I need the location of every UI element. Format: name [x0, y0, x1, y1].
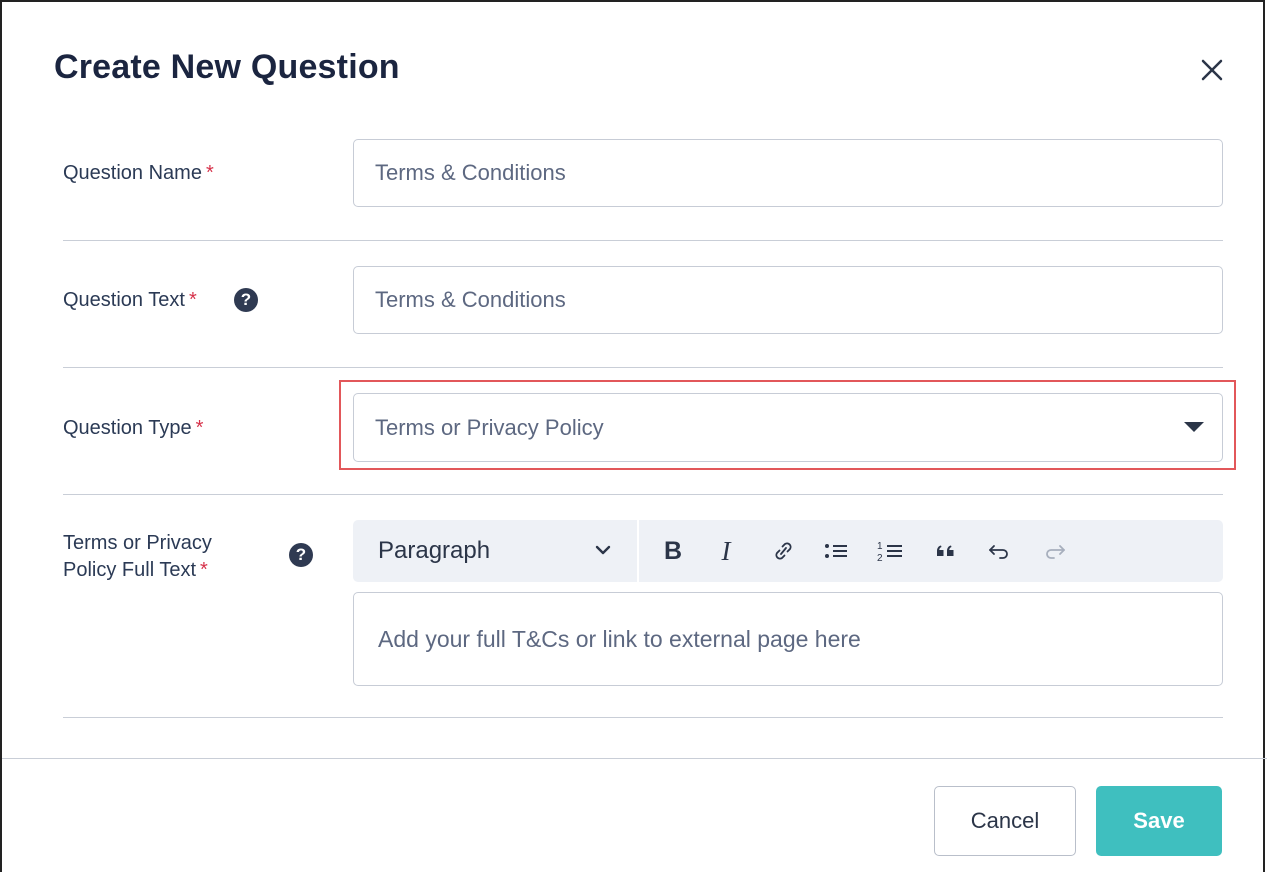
question-name-input[interactable]: Terms & Conditions	[353, 139, 1223, 207]
divider	[63, 240, 1223, 241]
editor-toolbar: Paragraph B I 1 2	[353, 520, 1223, 582]
question-type-value: Terms or Privacy Policy	[375, 414, 604, 440]
bulleted-list-icon[interactable]	[822, 537, 850, 565]
required-marker: *	[195, 417, 204, 439]
link-icon[interactable]	[770, 537, 796, 565]
question-text-value: Terms & Conditions	[375, 287, 566, 312]
divider	[63, 717, 1223, 718]
create-question-modal: Create New Question Question Name * Terms…	[0, 0, 1267, 872]
question-type-select[interactable]: Terms or Privacy Policy	[353, 393, 1223, 462]
close-icon[interactable]	[1194, 52, 1230, 88]
save-button[interactable]: Save	[1096, 786, 1222, 856]
full-text-label: Terms or Privacy Policy Full Text *	[63, 532, 212, 581]
help-icon[interactable]: ?	[234, 288, 258, 312]
required-marker: *	[205, 162, 214, 184]
help-icon[interactable]: ?	[289, 543, 313, 567]
question-name-label: Question Name *	[63, 162, 214, 184]
dropdown-caret-icon	[1184, 422, 1204, 432]
numbered-list-icon[interactable]: 1 2	[875, 537, 905, 565]
cancel-button[interactable]: Cancel	[934, 786, 1076, 856]
question-name-value: Terms & Conditions	[375, 160, 566, 185]
question-text-input[interactable]: Terms & Conditions	[353, 266, 1223, 334]
modal-title: Create New Question	[54, 48, 400, 86]
block-format-dropdown[interactable]: Paragraph	[353, 520, 639, 582]
full-text-editor[interactable]: Add your full T&Cs or link to external p…	[353, 592, 1223, 686]
bold-icon[interactable]: B	[658, 537, 688, 565]
editor-placeholder: Add your full T&Cs or link to external p…	[378, 625, 861, 652]
svg-text:1: 1	[877, 541, 883, 552]
italic-icon[interactable]: I	[711, 536, 741, 566]
undo-icon[interactable]	[986, 537, 1012, 565]
required-marker: *	[188, 289, 197, 311]
footer-divider	[2, 758, 1267, 759]
divider	[63, 494, 1223, 495]
chevron-down-icon	[595, 545, 611, 555]
divider	[63, 367, 1223, 368]
block-quote-icon[interactable]	[934, 537, 958, 565]
block-format-value: Paragraph	[378, 537, 491, 564]
question-text-label: Question Text *	[63, 289, 197, 311]
svg-text:2: 2	[877, 553, 883, 564]
required-marker: *	[200, 559, 208, 581]
redo-icon[interactable]	[1042, 537, 1068, 565]
question-type-label: Question Type *	[63, 417, 204, 439]
